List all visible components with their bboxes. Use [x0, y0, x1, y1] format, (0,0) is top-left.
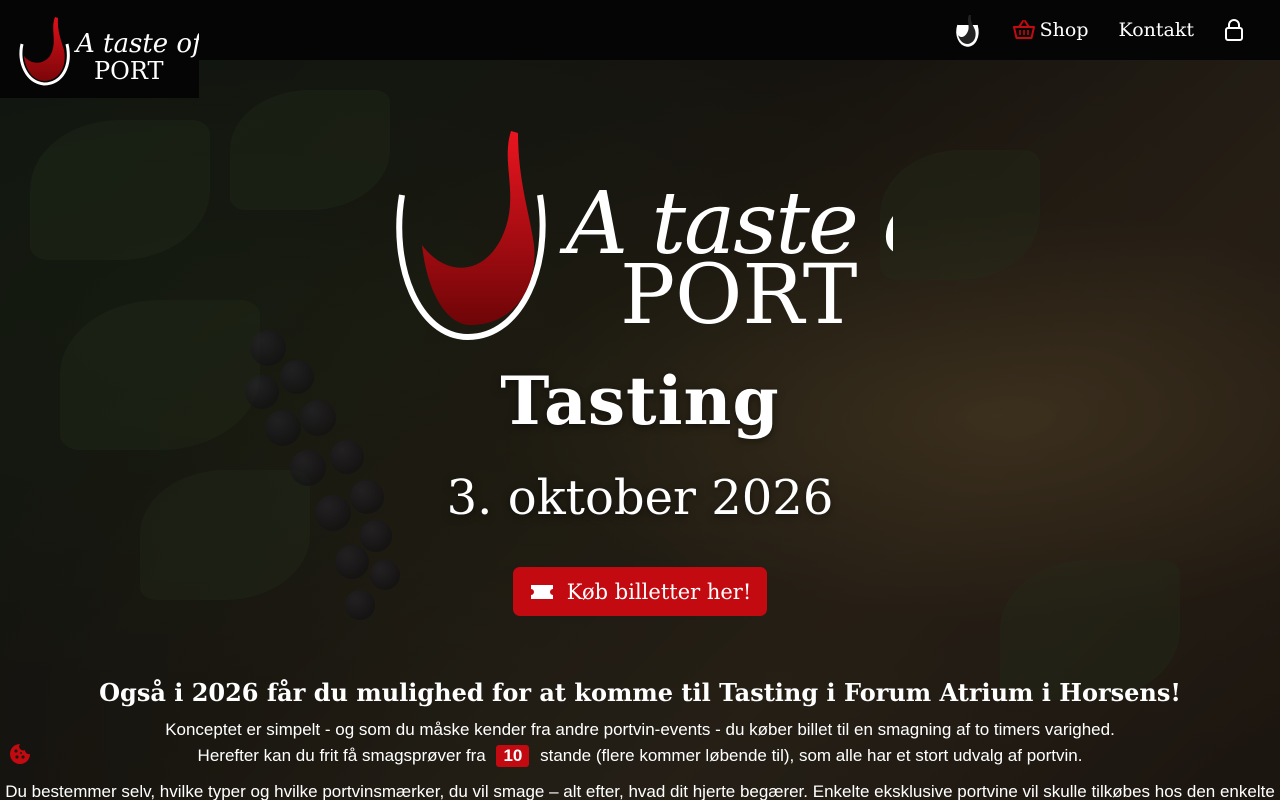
ticket-icon	[530, 584, 553, 599]
intro-paragraph-2: Herefter kan du frit få smagsprøver fra …	[0, 745, 1280, 767]
cookie-icon	[10, 744, 30, 764]
intro-heading: Også i 2026 får du mulighed for at komme…	[99, 678, 1181, 707]
logo-line2: PORT	[94, 57, 163, 85]
buy-tickets-button[interactable]: Køb billetter her!	[513, 567, 767, 616]
cookie-settings-button[interactable]	[8, 742, 32, 766]
event-date: 3. oktober 2026	[446, 470, 834, 526]
stand-count-badge: 10	[496, 745, 530, 767]
intro-line2-start: Herefter kan du frit få smagsprøver fra	[197, 746, 486, 765]
logo-line1: A taste of	[74, 29, 199, 59]
intro-paragraph-1: Konceptet er simpelt - og som du måske k…	[165, 720, 1115, 739]
hero-logo: A taste of PORT	[396, 131, 893, 343]
intro-line2-end: stande (flere kommer løbende til), som a…	[540, 746, 1083, 765]
intro-paragraph-3: Du bestemmer selv, hvilke typer og hvilk…	[5, 782, 1275, 800]
main-nav: Shop Kontakt	[952, 0, 1244, 60]
event-title: Tasting	[500, 362, 780, 440]
hero-logo-line2: PORT	[620, 248, 857, 343]
nav-contact-link[interactable]: Kontakt	[1119, 19, 1194, 41]
wine-glass-icon	[955, 15, 979, 47]
nav-shop-link[interactable]: Shop	[1012, 19, 1089, 41]
lock-icon	[1225, 19, 1243, 41]
home-link[interactable]	[952, 11, 982, 49]
buy-tickets-label: Køb billetter her!	[566, 579, 752, 604]
basket-icon	[1012, 20, 1035, 39]
logo-wine-glass-icon: A taste of PORT	[19, 17, 206, 86]
nav-contact-label: Kontakt	[1118, 19, 1194, 41]
login-button[interactable]	[1224, 18, 1244, 42]
nav-shop-label: Shop	[1039, 19, 1089, 41]
site-logo[interactable]: A taste of PORT	[0, 0, 206, 98]
